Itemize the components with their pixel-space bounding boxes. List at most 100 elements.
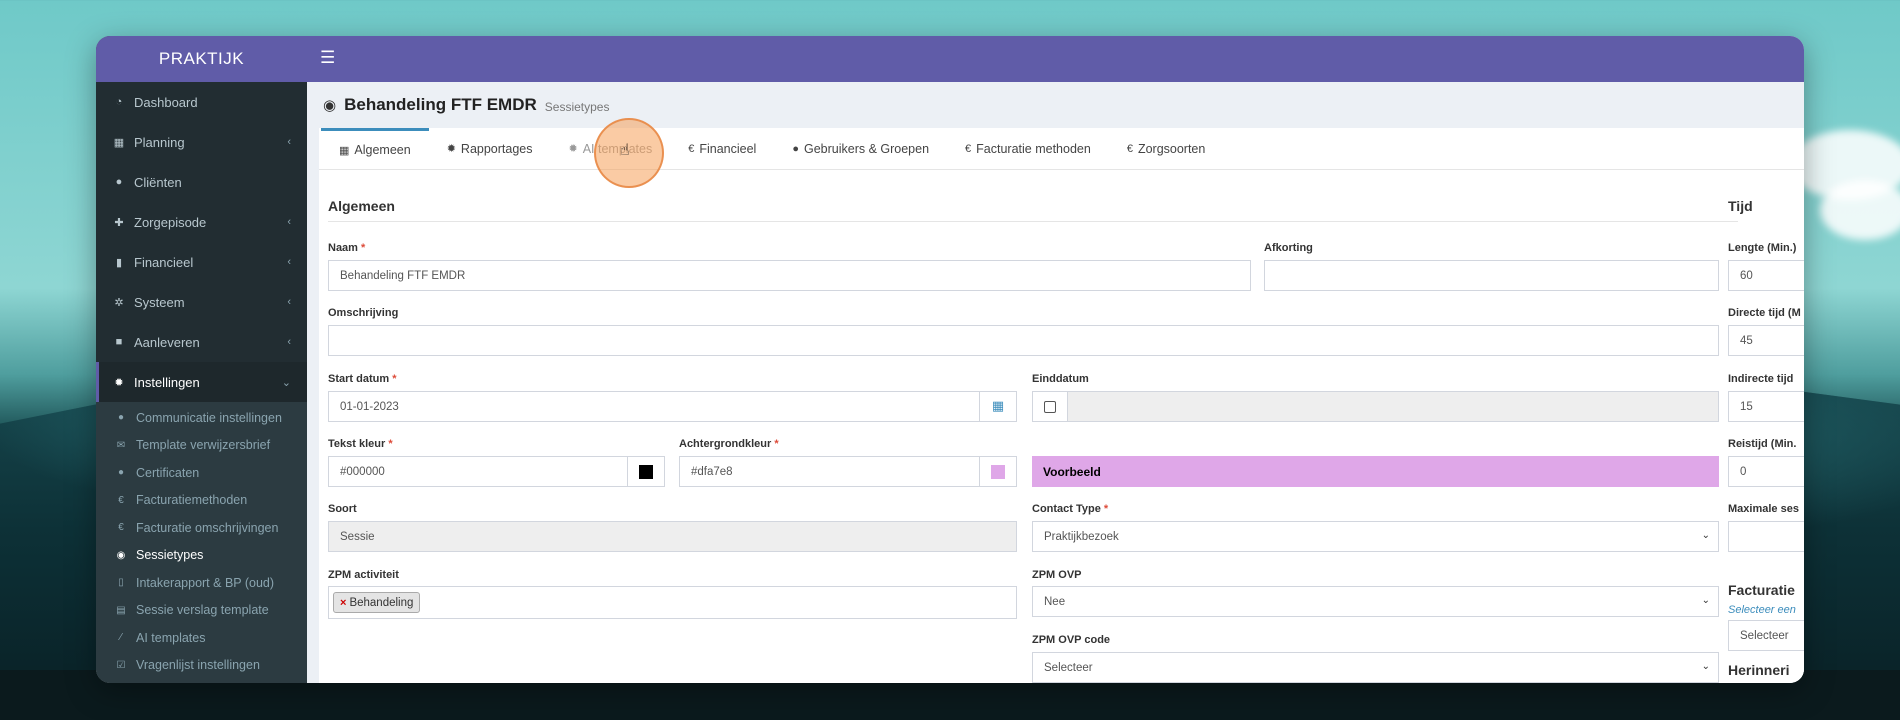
page-title: Behandeling FTF EMDR bbox=[344, 95, 537, 114]
chevron-left-icon: ‹ bbox=[287, 296, 291, 308]
maximale-sessies-input[interactable] bbox=[1728, 521, 1804, 552]
soort-label: Soort bbox=[328, 503, 357, 515]
subitem-intakerapport[interactable]: ▯ Intakerapport & BP (oud) bbox=[96, 569, 307, 597]
tab-gebruikers-groepen[interactable]: ● Gebruikers & Groepen bbox=[774, 128, 947, 169]
start-datum-input[interactable]: 01-01-2023 bbox=[328, 391, 980, 422]
sidebar-item-financieel[interactable]: ▮ Financieel ‹ bbox=[96, 242, 307, 282]
zpm-ovp-code-select[interactable]: Selecteer ⌄ bbox=[1032, 652, 1719, 683]
main-content: ◉ Behandeling FTF EMDR Sessietypes ▦ Alg… bbox=[307, 82, 1804, 683]
einddatum-label: Einddatum bbox=[1032, 373, 1089, 385]
contact-type-select[interactable]: Praktijkbezoek ⌄ bbox=[1032, 521, 1719, 552]
sidebar-item-clienten[interactable]: ● Cliënten bbox=[96, 162, 307, 202]
herinnering-title: Herinneri bbox=[1728, 662, 1790, 678]
calendar-icon[interactable]: ▦ bbox=[979, 391, 1017, 422]
subitem-certificaten[interactable]: ● Certificaten bbox=[96, 459, 307, 487]
sidebar-item-planning[interactable]: ▦ Planning ‹ bbox=[96, 122, 307, 162]
reistijd-input[interactable]: 0 bbox=[1728, 456, 1804, 487]
zpm-activiteit-select[interactable] bbox=[328, 586, 1017, 619]
required-marker: * bbox=[361, 242, 366, 254]
facturatie-select[interactable]: Selecteer bbox=[1728, 620, 1804, 651]
subitem-label: Sessie verslag template bbox=[136, 603, 269, 618]
achtergrondkleur-swatch[interactable] bbox=[979, 456, 1017, 487]
required-marker: * bbox=[774, 438, 779, 450]
globe-icon: ◉ bbox=[323, 96, 337, 114]
soort-input[interactable]: Sessie bbox=[328, 521, 1017, 552]
einddatum-checkbox[interactable] bbox=[1032, 391, 1068, 422]
tekst-kleur-swatch[interactable] bbox=[627, 456, 665, 487]
hamburger-icon[interactable]: ☰ bbox=[320, 48, 335, 68]
tab-algemeen[interactable]: ▦ Algemeen bbox=[321, 128, 429, 169]
page-subtitle: Sessietypes bbox=[544, 100, 610, 114]
subitem-communicatie[interactable]: ● Communicatie instellingen bbox=[96, 404, 307, 432]
label-text: Naam bbox=[328, 242, 358, 254]
tab-bar: ▦ Algemeen ✹ Rapportages ✹ AI templates … bbox=[319, 128, 1804, 170]
sidebar-item-label: Dashboard bbox=[134, 94, 198, 110]
chevron-left-icon: ‹ bbox=[287, 256, 291, 268]
tab-financieel[interactable]: € Financieel bbox=[670, 128, 774, 169]
subitem-sessie-verslag-template[interactable]: ▤ Sessie verslag template bbox=[96, 597, 307, 625]
select-value: Praktijkbezoek bbox=[1044, 530, 1119, 543]
pointer-hand-icon: ☝ bbox=[620, 140, 630, 159]
tab-label: Rapportages bbox=[460, 141, 533, 156]
sidebar-item-aanleveren[interactable]: ■ Aanleveren ‹ bbox=[96, 322, 307, 362]
afkorting-input[interactable] bbox=[1264, 260, 1719, 291]
euro-icon: € bbox=[965, 142, 972, 155]
globe-icon: ◉ bbox=[116, 549, 126, 561]
remove-icon[interactable]: × bbox=[340, 597, 346, 609]
select-value: Selecteer bbox=[1044, 661, 1093, 674]
brand-logo[interactable]: PRAKTIJK bbox=[96, 36, 307, 82]
subitem-ai-templates[interactable]: ⁄ AI templates bbox=[96, 624, 307, 652]
subitem-label: Intakerapport & BP (oud) bbox=[136, 575, 275, 590]
tab-facturatie-methoden[interactable]: € Facturatie methoden bbox=[947, 128, 1109, 169]
sidebar-item-instellingen[interactable]: ✹ Instellingen ⌄ bbox=[96, 362, 307, 402]
zpm-ovp-select[interactable]: Nee ⌄ bbox=[1032, 586, 1719, 617]
zpm-activiteit-tag[interactable]: × Behandeling bbox=[333, 592, 421, 613]
start-datum-label: Start datum * bbox=[328, 373, 396, 385]
lengte-input[interactable]: 60 bbox=[1728, 260, 1804, 291]
subitem-facturatiemethoden[interactable]: € Facturatiemethoden bbox=[96, 487, 307, 515]
achtergrondkleur-input[interactable]: #dfa7e8 bbox=[679, 456, 980, 487]
user-icon: ● bbox=[115, 176, 123, 188]
indirecte-tijd-input[interactable]: 15 bbox=[1728, 391, 1804, 422]
zpm-activiteit-label: ZPM activiteit bbox=[328, 569, 399, 581]
subitem-label: Vragenlijst instellingen bbox=[136, 658, 260, 673]
subitem-vragenlijst[interactable]: ☑ Vragenlijst instellingen bbox=[96, 652, 307, 680]
section-algemeen-title: Algemeen bbox=[328, 198, 1738, 222]
tab-rapportages[interactable]: ✹ Rapportages bbox=[429, 128, 551, 169]
einddatum-input[interactable] bbox=[1067, 391, 1719, 422]
subitem-template-verwijzersbrief[interactable]: ✉ Template verwijzersbrief bbox=[96, 432, 307, 460]
sidebar-item-dashboard[interactable]: ◔ Dashboard bbox=[96, 82, 307, 122]
color-swatch bbox=[639, 464, 653, 479]
subitem-facturatie-omschrijvingen[interactable]: € Facturatie omschrijvingen bbox=[96, 514, 307, 542]
section-tijd-title: Tijd bbox=[1728, 198, 1753, 214]
chevron-left-icon: ‹ bbox=[287, 136, 291, 148]
indirecte-tijd-label: Indirecte tijd bbox=[1728, 373, 1794, 385]
chevron-down-icon: ⌄ bbox=[1701, 530, 1710, 541]
euro-icon: € bbox=[118, 522, 124, 534]
facturatie-select-link[interactable]: Selecteer een bbox=[1728, 604, 1796, 616]
subitem-label: Communicatie instellingen bbox=[136, 410, 282, 425]
subitem-sessietypes[interactable]: ◉ Sessietypes bbox=[96, 542, 307, 570]
zpm-ovp-code-label: ZPM OVP code bbox=[1032, 634, 1111, 646]
magic-icon: ⁄ bbox=[120, 632, 122, 644]
sidebar-item-zorgepisode[interactable]: ✚ Zorgepisode ‹ bbox=[96, 202, 307, 242]
omschrijving-label: Omschrijving bbox=[328, 307, 399, 319]
tab-label: Algemeen bbox=[354, 143, 411, 157]
required-marker: * bbox=[392, 373, 397, 385]
chevron-down-icon: ⌄ bbox=[1701, 595, 1710, 606]
checkbox-box bbox=[1044, 400, 1056, 413]
sidebar-item-label: Aanleveren bbox=[134, 334, 200, 350]
select-value: Nee bbox=[1044, 595, 1066, 608]
directe-tijd-input[interactable]: 45 bbox=[1728, 325, 1804, 356]
naam-input[interactable]: Behandeling FTF EMDR bbox=[328, 260, 1251, 291]
table-icon: ▦ bbox=[339, 144, 350, 157]
afkorting-label: Afkorting bbox=[1264, 242, 1313, 254]
subitem-label: Facturatiemethoden bbox=[136, 493, 248, 508]
tekst-kleur-input[interactable]: #000000 bbox=[328, 456, 628, 487]
tekst-kleur-label: Tekst kleur * bbox=[328, 438, 393, 450]
sidebar-item-systeem[interactable]: ✲ Systeem ‹ bbox=[96, 282, 307, 322]
tab-zorgsoorten[interactable]: € Zorgsoorten bbox=[1109, 128, 1224, 169]
sidebar-item-label: Planning bbox=[134, 134, 185, 150]
naam-label: Naam * bbox=[328, 242, 365, 254]
omschrijving-input[interactable] bbox=[328, 325, 1719, 356]
